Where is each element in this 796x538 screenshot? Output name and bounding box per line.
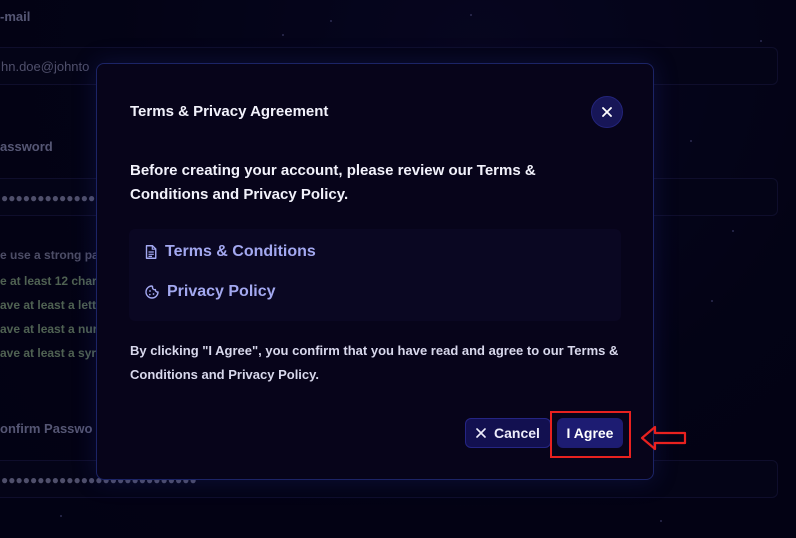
privacy-policy-label: Privacy Policy (167, 283, 276, 300)
modal-intro-text: Before creating your account, please rev… (130, 162, 536, 203)
cookie-icon (145, 285, 159, 299)
close-icon (476, 428, 486, 438)
privacy-policy-link[interactable]: Privacy Policy (145, 283, 276, 301)
cancel-button[interactable]: Cancel (465, 418, 551, 448)
terms-conditions-label: Terms & Conditions (165, 243, 316, 260)
i-agree-button[interactable]: I Agree (557, 418, 623, 448)
terms-conditions-link[interactable]: Terms & Conditions (145, 243, 316, 261)
modal-title: Terms & Privacy Agreement (130, 103, 329, 120)
cancel-label: Cancel (494, 425, 540, 441)
close-button[interactable] (591, 96, 623, 128)
policy-links: Terms & Conditions Privacy Policy (129, 229, 621, 321)
agreement-confirmation-text: By clicking "I Agree", you confirm that … (130, 343, 619, 382)
close-icon (602, 107, 612, 117)
document-icon (145, 245, 157, 259)
i-agree-label: I Agree (566, 425, 614, 441)
signup-page: -mail hn.doe@johnto assword ●●●●●●●●●●●●… (0, 0, 796, 538)
terms-privacy-modal: Terms & Privacy Agreement Before creatin… (96, 63, 654, 480)
left-arrow-icon (640, 425, 687, 451)
